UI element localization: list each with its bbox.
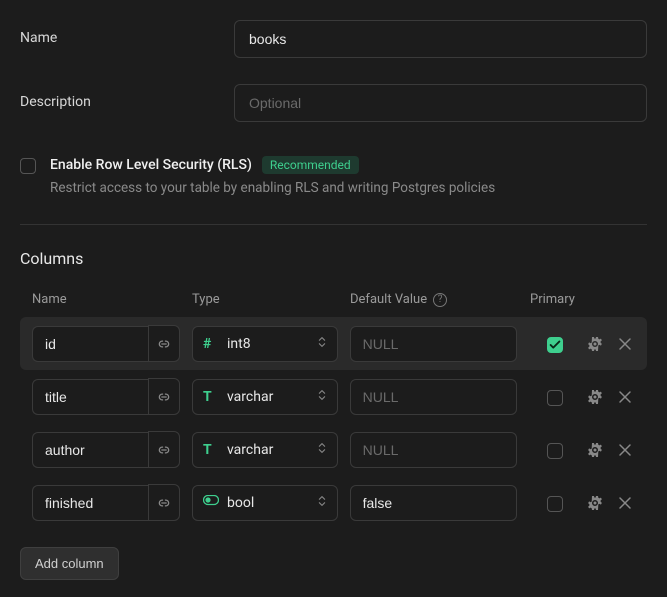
- link-icon: [156, 390, 172, 404]
- description-input[interactable]: [234, 84, 647, 122]
- add-column-button[interactable]: Add column: [20, 547, 119, 580]
- divider: [20, 224, 647, 225]
- column-settings-button[interactable]: [585, 334, 605, 354]
- hash-icon: #: [203, 336, 211, 352]
- rls-checkbox[interactable]: [20, 158, 36, 174]
- gear-icon: [587, 442, 603, 458]
- check-icon: [548, 338, 562, 352]
- foreign-key-button[interactable]: [148, 484, 180, 521]
- primary-checkbox[interactable]: [547, 390, 563, 406]
- recommended-badge: Recommended: [262, 156, 359, 174]
- link-icon: [156, 496, 172, 510]
- foreign-key-button[interactable]: [148, 325, 180, 362]
- link-icon: [156, 337, 172, 351]
- help-icon[interactable]: ?: [433, 293, 447, 307]
- close-icon: [617, 389, 633, 405]
- column-default-input[interactable]: [350, 432, 518, 468]
- column-remove-button[interactable]: [615, 440, 635, 460]
- close-icon: [617, 336, 633, 352]
- chevron-updown-icon: [315, 493, 329, 513]
- text-icon: T: [203, 389, 212, 405]
- rls-description: Restrict access to your table by enablin…: [50, 180, 647, 196]
- column-name-input[interactable]: [32, 485, 148, 521]
- column-settings-button[interactable]: [585, 493, 605, 513]
- primary-checkbox[interactable]: [547, 496, 563, 512]
- column-headers: Name Type Default Value ? Primary: [20, 292, 647, 317]
- column-row: bool: [20, 476, 647, 529]
- column-default-input[interactable]: [350, 326, 518, 362]
- header-type: Type: [192, 292, 350, 307]
- gear-icon: [587, 495, 603, 511]
- column-remove-button[interactable]: [615, 493, 635, 513]
- column-type-select[interactable]: varcharT: [192, 432, 338, 468]
- close-icon: [617, 442, 633, 458]
- column-remove-button[interactable]: [615, 334, 635, 354]
- column-name-input[interactable]: [32, 432, 148, 468]
- text-icon: T: [203, 442, 212, 458]
- chevron-updown-icon: [315, 440, 329, 460]
- chevron-updown-icon: [315, 387, 329, 407]
- primary-checkbox[interactable]: [547, 337, 563, 353]
- gear-icon: [587, 389, 603, 405]
- header-primary: Primary: [530, 292, 590, 307]
- column-settings-button[interactable]: [585, 440, 605, 460]
- column-row: int8#: [20, 317, 647, 370]
- column-default-input[interactable]: [350, 379, 518, 415]
- column-remove-button[interactable]: [615, 387, 635, 407]
- description-label: Description: [20, 84, 234, 110]
- columns-section-title: Columns: [20, 249, 647, 268]
- column-type-select[interactable]: bool: [192, 485, 338, 521]
- name-input[interactable]: [234, 20, 647, 58]
- column-default-input[interactable]: [350, 485, 518, 521]
- column-type-select[interactable]: int8#: [192, 326, 338, 362]
- rls-block: Enable Row Level Security (RLS) Recommen…: [20, 156, 647, 196]
- column-name-input[interactable]: [32, 379, 148, 415]
- column-row: varcharT: [20, 423, 647, 476]
- link-icon: [156, 443, 172, 457]
- column-type-select[interactable]: varcharT: [192, 379, 338, 415]
- close-icon: [617, 495, 633, 511]
- column-settings-button[interactable]: [585, 387, 605, 407]
- foreign-key-button[interactable]: [148, 431, 180, 468]
- header-name: Name: [32, 292, 192, 307]
- bool-icon: [203, 495, 219, 511]
- header-default: Default Value ?: [350, 292, 530, 307]
- chevron-updown-icon: [315, 334, 329, 354]
- foreign-key-button[interactable]: [148, 378, 180, 415]
- column-name-input[interactable]: [32, 326, 148, 362]
- gear-icon: [587, 336, 603, 352]
- column-row: varcharT: [20, 370, 647, 423]
- primary-checkbox[interactable]: [547, 443, 563, 459]
- rls-title: Enable Row Level Security (RLS): [50, 157, 252, 173]
- name-label: Name: [20, 20, 234, 46]
